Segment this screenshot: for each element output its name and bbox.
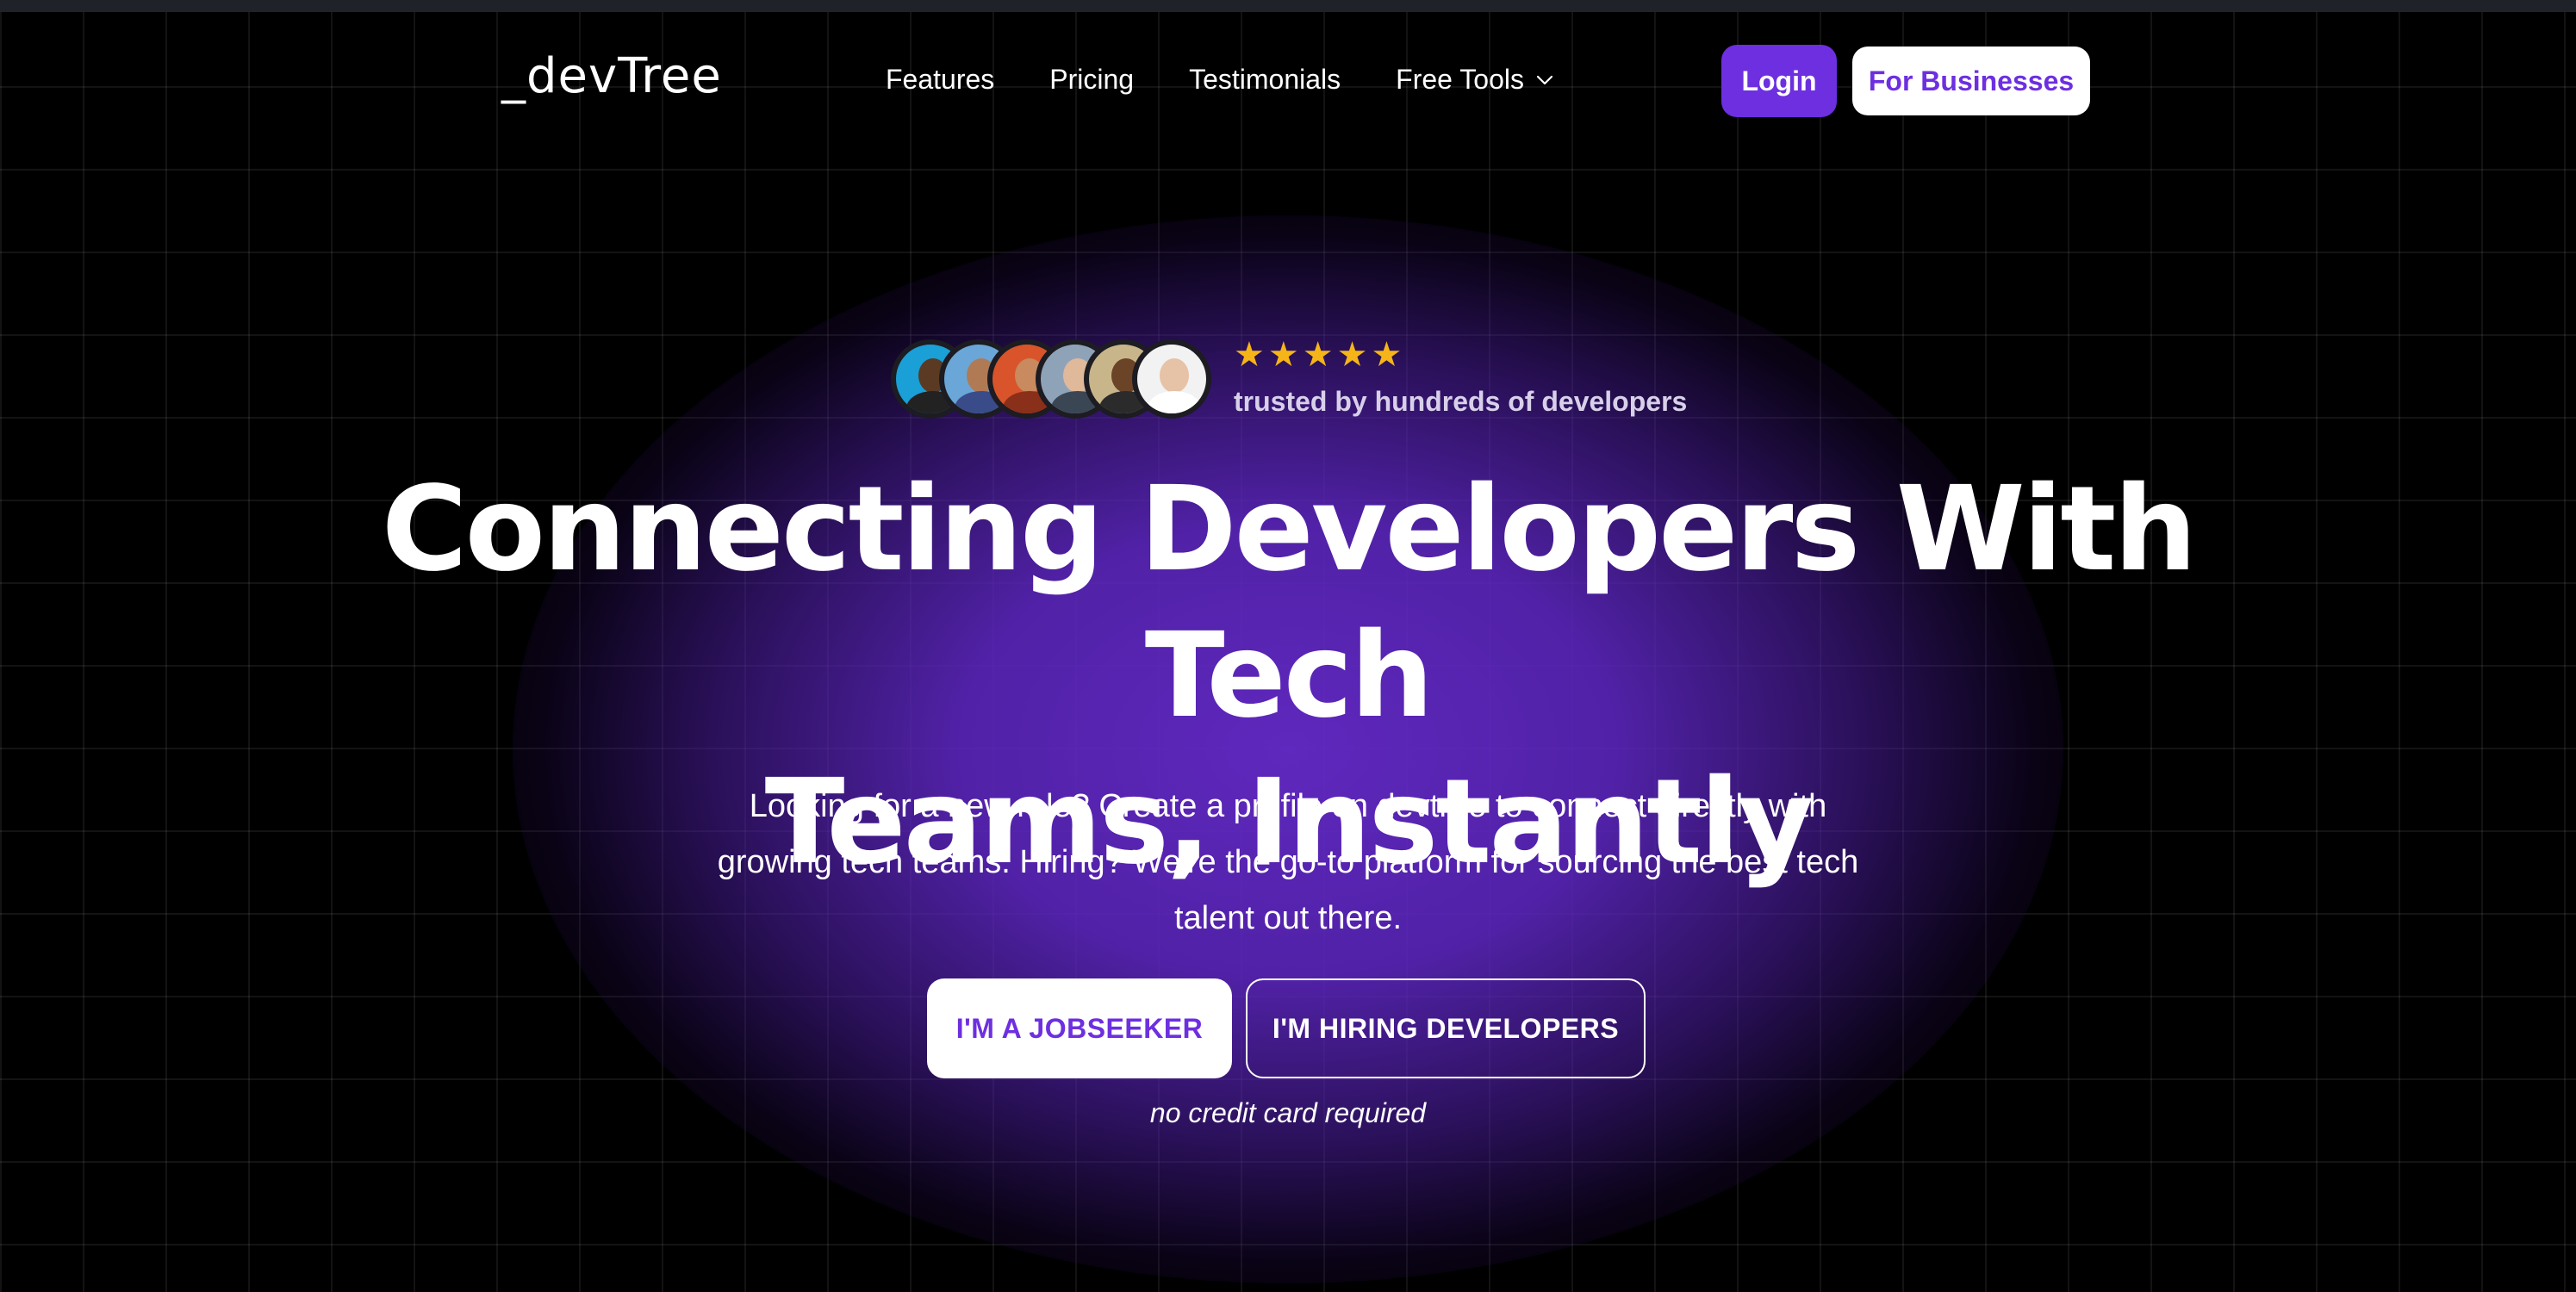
jobseeker-button[interactable]: I'M A JOBSEEKER <box>927 978 1232 1078</box>
star-icon: ★ <box>1336 336 1368 374</box>
avatar <box>1132 339 1211 419</box>
headline-line-1: Connecting Developers With Tech <box>381 462 2197 744</box>
for-businesses-button[interactable]: For Businesses <box>1852 47 2090 115</box>
nav-link-free-tools[interactable]: Free Tools <box>1396 64 1555 96</box>
rating-stars: ★ ★ ★ ★ ★ <box>1234 338 1402 372</box>
avatar-stack <box>891 339 1211 422</box>
chevron-down-icon <box>1536 75 1553 84</box>
star-icon: ★ <box>1234 336 1265 374</box>
star-icon: ★ <box>1371 336 1403 374</box>
nav-link-pricing[interactable]: Pricing <box>1049 64 1134 96</box>
nav-link-free-tools-label: Free Tools <box>1396 64 1524 95</box>
hero-subtitle: Looking for a new role? Create a profile… <box>717 788 1859 936</box>
no-credit-card-note: no credit card required <box>1149 1097 1427 1128</box>
star-icon: ★ <box>1302 336 1334 374</box>
login-button[interactable]: Login <box>1721 45 1837 117</box>
browser-top-edge <box>0 0 2576 12</box>
nav-link-features[interactable]: Features <box>886 64 994 96</box>
trust-text: trusted by hundreds of developers <box>1234 386 1688 417</box>
nav-link-testimonials[interactable]: Testimonials <box>1189 64 1341 96</box>
navbar: _devTree Features Pricing Testimonials F… <box>0 12 2576 150</box>
star-icon: ★ <box>1267 336 1299 374</box>
hiring-developers-button[interactable]: I'M HIRING DEVELOPERS <box>1246 978 1646 1078</box>
nav-links: Features Pricing Testimonials Free Tools <box>886 64 1610 96</box>
logo[interactable]: _devTree <box>501 48 722 104</box>
